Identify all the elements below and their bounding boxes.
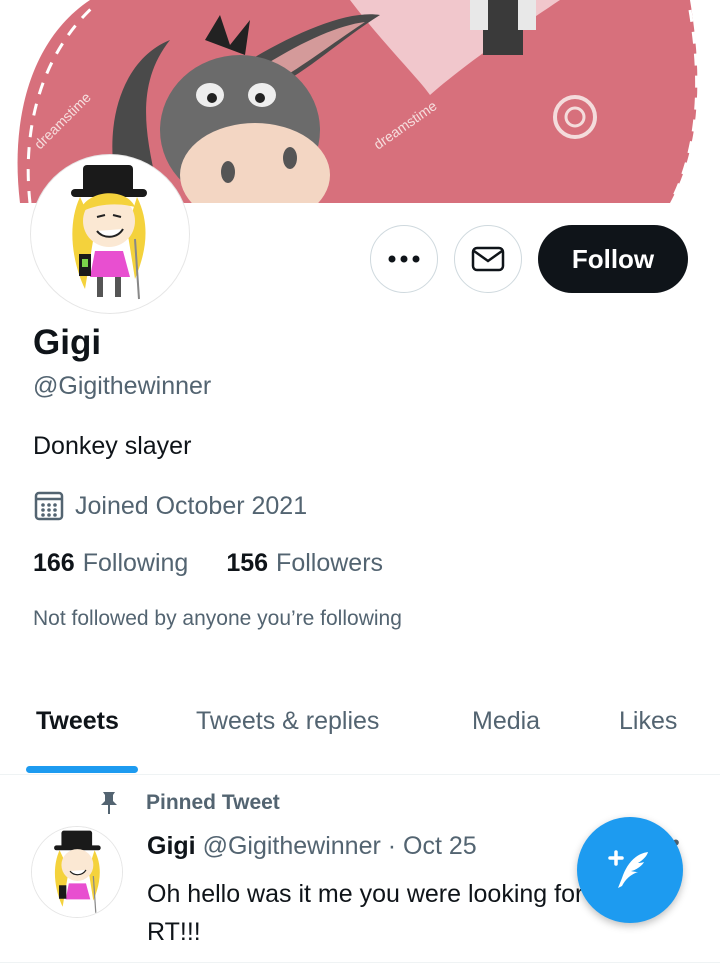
compose-feather-icon [608, 850, 648, 888]
following-link[interactable]: 166 Following [33, 549, 188, 578]
envelope-icon [471, 246, 505, 272]
tab-media[interactable]: Media [472, 707, 540, 736]
followers-link[interactable]: 156 Followers [226, 549, 383, 578]
tab-likes[interactable]: Likes [619, 707, 677, 736]
joined-text: Joined October 2021 [75, 491, 308, 520]
follow-button[interactable]: Follow [538, 225, 688, 293]
tweet-text-line2: RT!!! [147, 918, 201, 946]
pinned-label: Pinned Tweet [146, 791, 280, 814]
tweet-text: Oh hello was it me you were looking for [147, 880, 584, 908]
profile-name: Gigi [33, 323, 102, 362]
following-count: 166 [33, 549, 75, 577]
profile-tabs: Tweets Tweets & replies Media Likes [0, 690, 720, 775]
followers-label: Followers [276, 549, 384, 577]
not-followed-text: Not followed by anyone you’re following [33, 607, 402, 630]
tweet-header: Gigi @Gigithewinner · Oct 25 [147, 832, 477, 861]
message-button[interactable] [454, 225, 522, 293]
tab-tweets-replies[interactable]: Tweets & replies [196, 707, 379, 736]
more-icon [388, 255, 420, 263]
following-label: Following [82, 549, 189, 577]
profile-bio: Donkey slayer [33, 432, 192, 460]
profile-avatar[interactable] [31, 155, 189, 313]
tweet-separator: · [387, 832, 397, 860]
tweet-author-name[interactable]: Gigi [147, 832, 196, 860]
tab-tweets[interactable]: Tweets [36, 707, 119, 736]
pinned-label-row: Pinned Tweet [96, 790, 280, 816]
active-tab-indicator [26, 766, 138, 773]
profile-handle: @Gigithewinner [33, 372, 212, 400]
follow-counts: 166 Following 156 Followers [33, 549, 421, 578]
tweet-avatar[interactable] [31, 826, 123, 918]
divider [0, 962, 720, 963]
joined-date: Joined October 2021 [33, 490, 307, 522]
followers-count: 156 [226, 549, 269, 577]
compose-tweet-button[interactable] [577, 817, 683, 923]
tweet-date[interactable]: Oct 25 [403, 832, 477, 860]
calendar-icon [34, 491, 64, 521]
tweet-author-handle[interactable]: @Gigithewinner [203, 832, 381, 860]
more-options-button[interactable] [370, 225, 438, 293]
pin-icon [101, 792, 117, 814]
